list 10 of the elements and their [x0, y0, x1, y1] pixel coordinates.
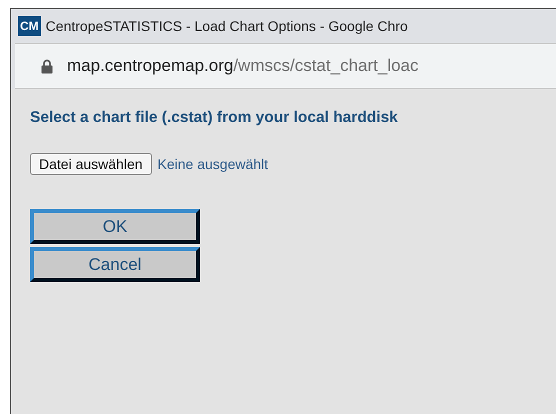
- file-status: Keine ausgewählt: [158, 156, 268, 172]
- lock-icon: [41, 58, 53, 74]
- cancel-button[interactable]: Cancel: [30, 247, 200, 282]
- choose-file-button[interactable]: Datei auswählen: [30, 153, 152, 175]
- window-title: CentropeSTATISTICS - Load Chart Options - Google Chro: [46, 18, 408, 34]
- address-bar[interactable]: map.centropemap.org/wmscs/cstat_chart_loac: [15, 43, 556, 89]
- app-icon: CM: [18, 16, 41, 36]
- page-heading: Select a chart file (.cstat) from your local harddisk: [30, 109, 398, 127]
- url-text: map.centropemap.org/wmscs/cstat_chart_loac: [67, 56, 419, 76]
- ok-button[interactable]: OK: [30, 209, 200, 244]
